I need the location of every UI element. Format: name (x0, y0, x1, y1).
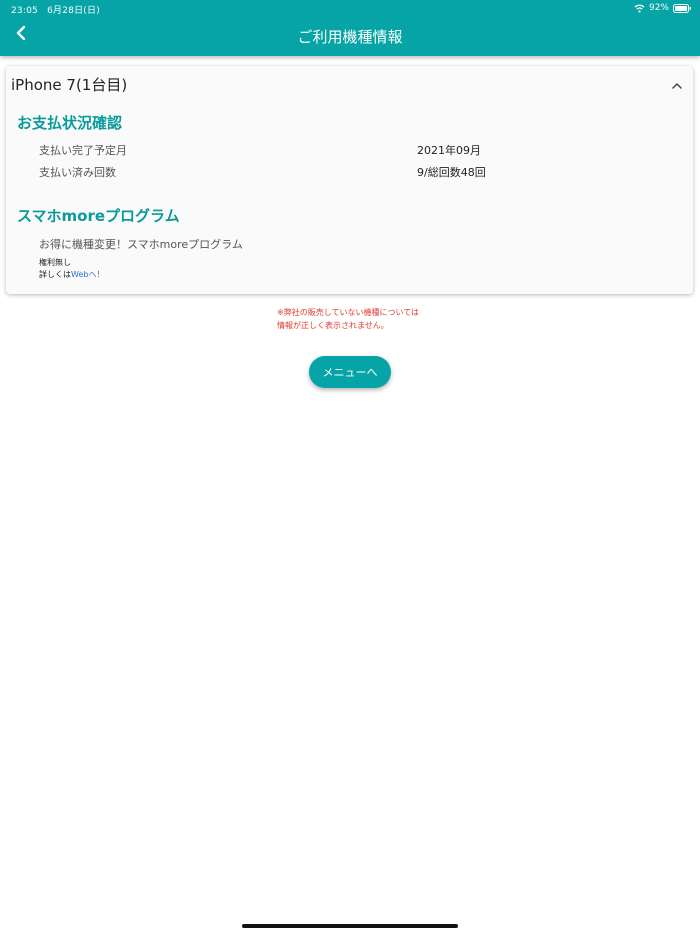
notice-line-2: 情報が正しく表示されません。 (277, 320, 389, 330)
wifi-icon (634, 4, 645, 13)
payment-completion-value: 2021年09月 (417, 144, 481, 157)
web-details-link[interactable]: Webへ！ (71, 270, 104, 279)
device-card: iPhone 7(1台目) お支払状況確認 支払い完了予定月 2021年09月 … (6, 66, 693, 294)
payments-made-value: 9/総回数48回 (417, 166, 486, 179)
app-header: 23:05 6月28日(日) 92% ご利用機種情報 (0, 0, 700, 56)
menu-button[interactable]: メニューへ (309, 356, 391, 388)
page-title: ご利用機種情報 (297, 28, 403, 46)
battery-icon (673, 3, 692, 13)
program-rights-status: 権利無し (39, 258, 71, 267)
details-prefix: 詳しくは (39, 270, 71, 279)
payment-status-heading: お支払状況確認 (17, 114, 123, 132)
device-name: iPhone 7(1台目) (11, 76, 128, 94)
program-details-line: 詳しくはWebへ！ (39, 269, 104, 280)
status-time: 23:05 (11, 6, 38, 16)
home-indicator (242, 924, 458, 928)
payment-completion-label: 支払い完了予定月 (39, 144, 127, 157)
status-date: 6月28日(日) (47, 6, 100, 16)
payments-made-label: 支払い済み回数 (39, 166, 116, 179)
unsupported-device-notice: ※弊社の販売していない機種については 情報が正しく表示されません。 (277, 307, 419, 332)
status-bar-right: 92% (634, 2, 692, 14)
status-bar-time: 23:05 6月28日(日) (11, 3, 100, 16)
battery-percent: 92% (648, 3, 669, 13)
notice-line-1: ※弊社の販売していない機種については (277, 308, 420, 317)
chevron-up-icon (672, 74, 682, 93)
program-heading: スマホmoreプログラム (17, 207, 180, 225)
collapse-button[interactable] (669, 76, 685, 90)
program-description: お得に機種変更！スマホmoreプログラム (39, 238, 243, 251)
